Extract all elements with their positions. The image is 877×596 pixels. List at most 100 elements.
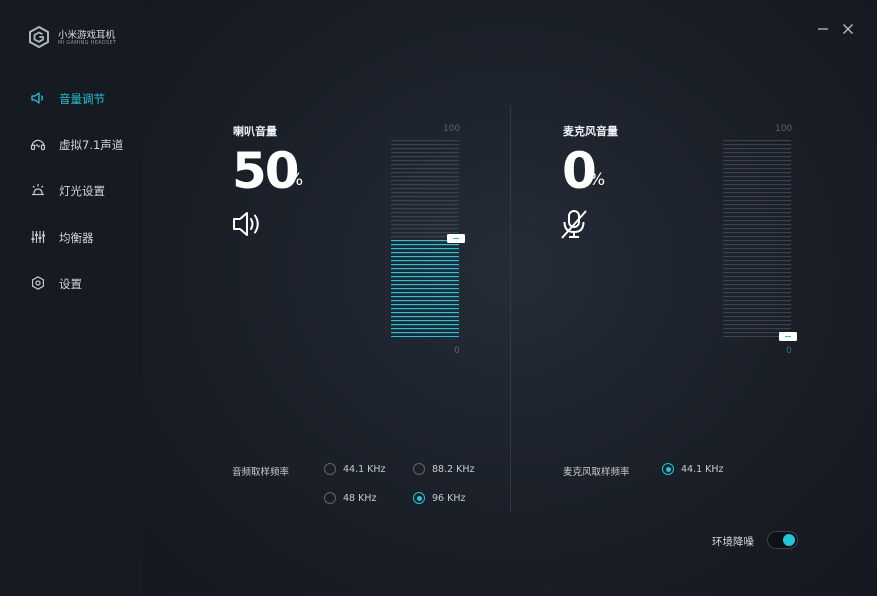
meter-segment: [723, 204, 791, 206]
equalizer-icon: [31, 231, 45, 243]
radio-label: 44.1 KHz: [681, 463, 724, 475]
meter-segment: [391, 180, 459, 182]
sidebar-item-settings[interactable]: 设置: [0, 268, 143, 298]
meter-segment: [723, 168, 791, 170]
mic-muted-icon[interactable]: [558, 208, 590, 240]
sidebar-item-volume[interactable]: 音量调节: [0, 83, 143, 113]
meter-segment: [723, 240, 791, 242]
panel-divider: [510, 106, 511, 512]
meter-segment: [723, 292, 791, 294]
app-window: 小米游戏耳机 MI GAMING HEADSET 音量调节 虚拟7.1声道 灯光…: [0, 0, 877, 596]
sidebar-item-equalizer[interactable]: 均衡器: [0, 222, 143, 252]
noise-reduction-label: 环境降噪: [712, 536, 754, 548]
meter-segment: [391, 244, 459, 246]
audio-sample-rate-label: 音频取样频率: [232, 467, 290, 478]
meter-segment: [723, 248, 791, 250]
mic-volume-slider-handle[interactable]: [779, 331, 797, 341]
meter-segment: [391, 328, 459, 330]
mic-sample-rate-label: 麦克风取样频率: [563, 467, 630, 478]
meter-segment: [391, 268, 459, 270]
meter-segment: [391, 224, 459, 226]
sidebar-item-label: 虚拟7.1声道: [59, 138, 124, 152]
minimize-icon[interactable]: [816, 22, 830, 36]
sidebar-item-lighting[interactable]: 灯光设置: [0, 175, 143, 205]
meter-segment: [391, 164, 459, 166]
meter-segment: [391, 172, 459, 174]
meter-segment: [723, 232, 791, 234]
toggle-knob: [783, 534, 795, 546]
meter-segment: [723, 192, 791, 194]
meter-segment: [391, 312, 459, 314]
meter-segment: [723, 160, 791, 162]
meter-segment: [391, 284, 459, 286]
app-subtitle: MI GAMING HEADSET: [58, 40, 117, 46]
radio-circle: [324, 492, 336, 504]
sidebar-item-label: 音量调节: [59, 92, 105, 106]
meter-segment: [723, 156, 791, 158]
audio-rate-48-radio[interactable]: 48 KHz: [324, 492, 376, 504]
radio-circle: [662, 463, 674, 475]
meter-segment: [723, 288, 791, 290]
meter-segment: [723, 140, 791, 142]
meter-segment: [391, 168, 459, 170]
sidebar-item-label: 设置: [59, 277, 82, 291]
sidebar-item-virtual-71[interactable]: 虚拟7.1声道: [0, 129, 143, 159]
speaker-volume-unit: %: [287, 170, 304, 190]
meter-segment: [391, 320, 459, 322]
main-panel: 喇叭音量 50 % 100 0 麦克风音量 0 % 100 0 音频取样频率 4…: [143, 0, 877, 596]
meter-segment: [723, 320, 791, 322]
meter-segment: [723, 280, 791, 282]
meter-segment: [391, 332, 459, 334]
meter-segment: [391, 292, 459, 294]
sidebar-item-label: 灯光设置: [59, 184, 105, 198]
meter-segment: [723, 260, 791, 262]
meter-segment: [391, 256, 459, 258]
radio-label: 48 KHz: [343, 492, 377, 504]
meter-segment: [391, 324, 459, 326]
mic-rate-44-1-radio[interactable]: 44.1 KHz: [662, 463, 724, 475]
meter-segment: [723, 316, 791, 318]
sidebar-item-label: 均衡器: [59, 231, 94, 245]
meter-segment: [391, 204, 459, 206]
speaker-volume-slider-handle[interactable]: [447, 233, 465, 243]
close-icon[interactable]: [841, 22, 855, 36]
meter-segment: [391, 144, 459, 146]
speaker-scale-min: 0: [454, 346, 460, 356]
meter-segment: [391, 160, 459, 162]
meter-segment: [391, 280, 459, 282]
meter-segment: [723, 220, 791, 222]
meter-segment: [391, 276, 459, 278]
audio-rate-96-radio[interactable]: 96 KHz: [413, 492, 465, 504]
mic-scale-max: 100: [775, 124, 793, 134]
speaker-scale-max: 100: [443, 124, 461, 134]
speaker-volume-icon[interactable]: [231, 208, 263, 240]
meter-segment: [391, 296, 459, 298]
meter-segment: [723, 152, 791, 154]
meter-segment: [391, 216, 459, 218]
meter-segment: [723, 324, 791, 326]
noise-reduction-toggle[interactable]: [767, 531, 798, 549]
meter-segment: [723, 164, 791, 166]
sidebar: 小米游戏耳机 MI GAMING HEADSET 音量调节 虚拟7.1声道 灯光…: [0, 0, 143, 596]
mic-volume-title: 麦克风音量: [563, 125, 618, 138]
meter-segment: [723, 296, 791, 298]
meter-segment: [391, 176, 459, 178]
audio-rate-88-2-radio[interactable]: 88.2 KHz: [413, 463, 475, 475]
meter-segment: [723, 264, 791, 266]
mic-scale-min: 0: [786, 346, 792, 356]
meter-segment: [723, 144, 791, 146]
radio-label: 88.2 KHz: [432, 463, 475, 475]
meter-segment: [391, 220, 459, 222]
radio-label: 96 KHz: [432, 492, 466, 504]
meter-segment: [723, 300, 791, 302]
meter-segment: [723, 200, 791, 202]
audio-rate-44-1-radio[interactable]: 44.1 KHz: [324, 463, 386, 475]
radio-circle: [413, 463, 425, 475]
meter-segment: [723, 312, 791, 314]
meter-segment: [391, 248, 459, 250]
mic-volume-meter[interactable]: [723, 139, 791, 337]
meter-segment: [723, 276, 791, 278]
meter-segment: [723, 304, 791, 306]
meter-segment: [391, 200, 459, 202]
radio-label: 44.1 KHz: [343, 463, 386, 475]
